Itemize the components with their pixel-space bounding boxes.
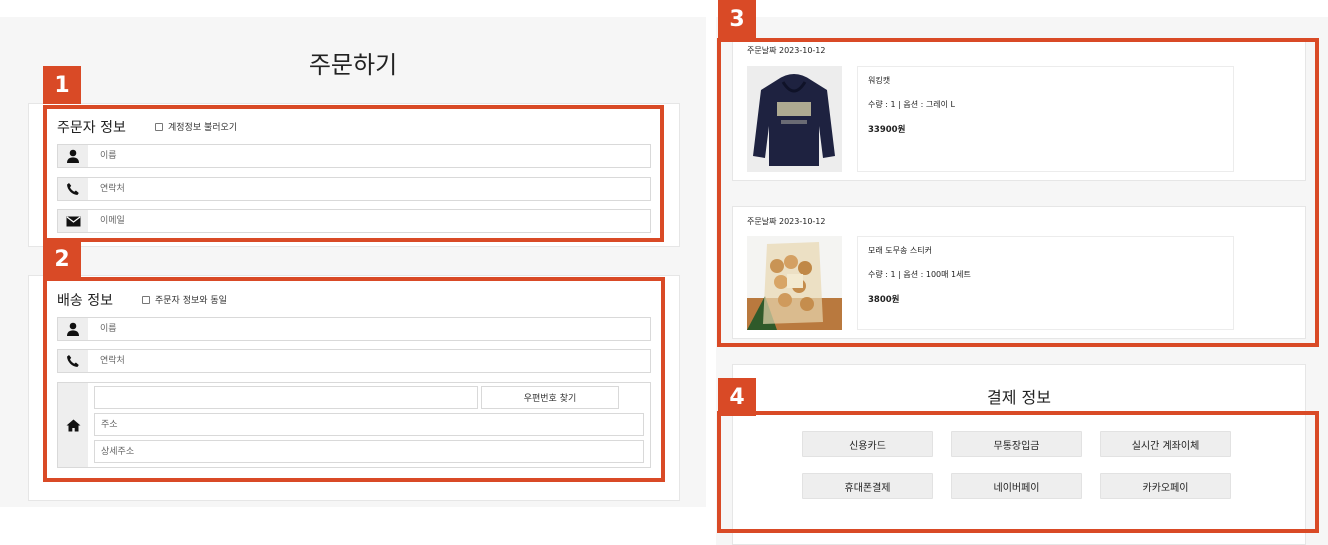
quantity-option: 수량 : 1 | 옵션 : 그레이 L (868, 100, 955, 109)
pay-mobile-button[interactable]: 휴대폰결제 (802, 473, 933, 499)
same-as-orderer-label: 주문자 정보와 동일 (155, 296, 227, 306)
address-inputs: 우편번호 찾기 (88, 383, 650, 467)
shipping-name-field[interactable] (57, 317, 651, 341)
shipping-name-input[interactable] (88, 318, 650, 340)
product-name: 워킹캣 (868, 76, 891, 85)
load-account-label: 계정정보 불러오기 (168, 123, 238, 133)
pay-bank-transfer-button[interactable]: 무통장입금 (951, 431, 1082, 457)
user-icon (58, 145, 88, 167)
orderer-title: 주문자 정보 (57, 120, 126, 136)
orderer-email-field[interactable] (57, 209, 651, 233)
shipping-phone-input[interactable] (88, 350, 650, 372)
find-zipcode-button[interactable]: 우편번호 찾기 (481, 386, 619, 409)
order-info-box: 워킹캣 수량 : 1 | 옵션 : 그레이 L 33900원 (857, 66, 1234, 172)
highlight-box-4 (717, 411, 1319, 533)
shipping-phone-field[interactable] (57, 349, 651, 373)
address-input[interactable] (94, 413, 644, 436)
product-price: 33900원 (868, 125, 906, 135)
order-date: 주문날짜 2023-10-12 (747, 217, 826, 226)
page-title: 주문하기 (308, 51, 398, 79)
load-account-checkbox[interactable]: 계정정보 불러오기 (155, 120, 237, 133)
shipping-section-title: 배송 정보 (57, 290, 113, 310)
orderer-phone-field[interactable] (57, 177, 651, 201)
envelope-icon (58, 210, 88, 232)
pay-realtime-transfer-button[interactable]: 실시간 계좌이체 (1100, 431, 1231, 457)
orderer-section-title: 주문자 정보 (57, 117, 126, 137)
payment-title: 결제 정보 (987, 388, 1051, 407)
zipcode-input[interactable] (94, 386, 478, 409)
phone-icon (58, 178, 88, 200)
badge-1: 1 (43, 66, 81, 104)
badge-2: 2 (43, 240, 81, 278)
user-icon (58, 318, 88, 340)
pay-credit-card-button[interactable]: 신용카드 (802, 431, 933, 457)
product-name: 모래 도무송 스티커 (868, 246, 932, 255)
address-group: 우편번호 찾기 (57, 382, 651, 468)
order-date: 주문날짜 2023-10-12 (747, 46, 826, 55)
product-image-snack[interactable] (747, 236, 842, 330)
pay-naverpay-button[interactable]: 네이버페이 (951, 473, 1082, 499)
orderer-name-field[interactable] (57, 144, 651, 168)
phone-icon (58, 350, 88, 372)
orderer-email-input[interactable] (88, 210, 650, 232)
orderer-phone-input[interactable] (88, 178, 650, 200)
checkbox-square[interactable] (155, 122, 163, 131)
detail-address-input[interactable] (94, 440, 644, 463)
same-as-orderer-checkbox[interactable]: 주문자 정보와 동일 (142, 293, 227, 306)
badge-3: 3 (718, 0, 756, 38)
pay-kakaopay-button[interactable]: 카카오페이 (1100, 473, 1231, 499)
orderer-name-input[interactable] (88, 145, 650, 167)
home-icon (58, 383, 88, 467)
shipping-title: 배송 정보 (57, 293, 113, 309)
order-info-box: 모래 도무송 스티커 수량 : 1 | 옵션 : 100매 1세트 3800원 (857, 236, 1234, 330)
checkbox-square[interactable] (142, 295, 150, 304)
product-price: 3800원 (868, 295, 900, 305)
zipcode-row: 우편번호 찾기 (94, 386, 644, 409)
quantity-option: 수량 : 1 | 옵션 : 100매 1세트 (868, 270, 971, 279)
badge-4: 4 (718, 378, 756, 416)
product-image-hoodie[interactable] (747, 66, 842, 172)
